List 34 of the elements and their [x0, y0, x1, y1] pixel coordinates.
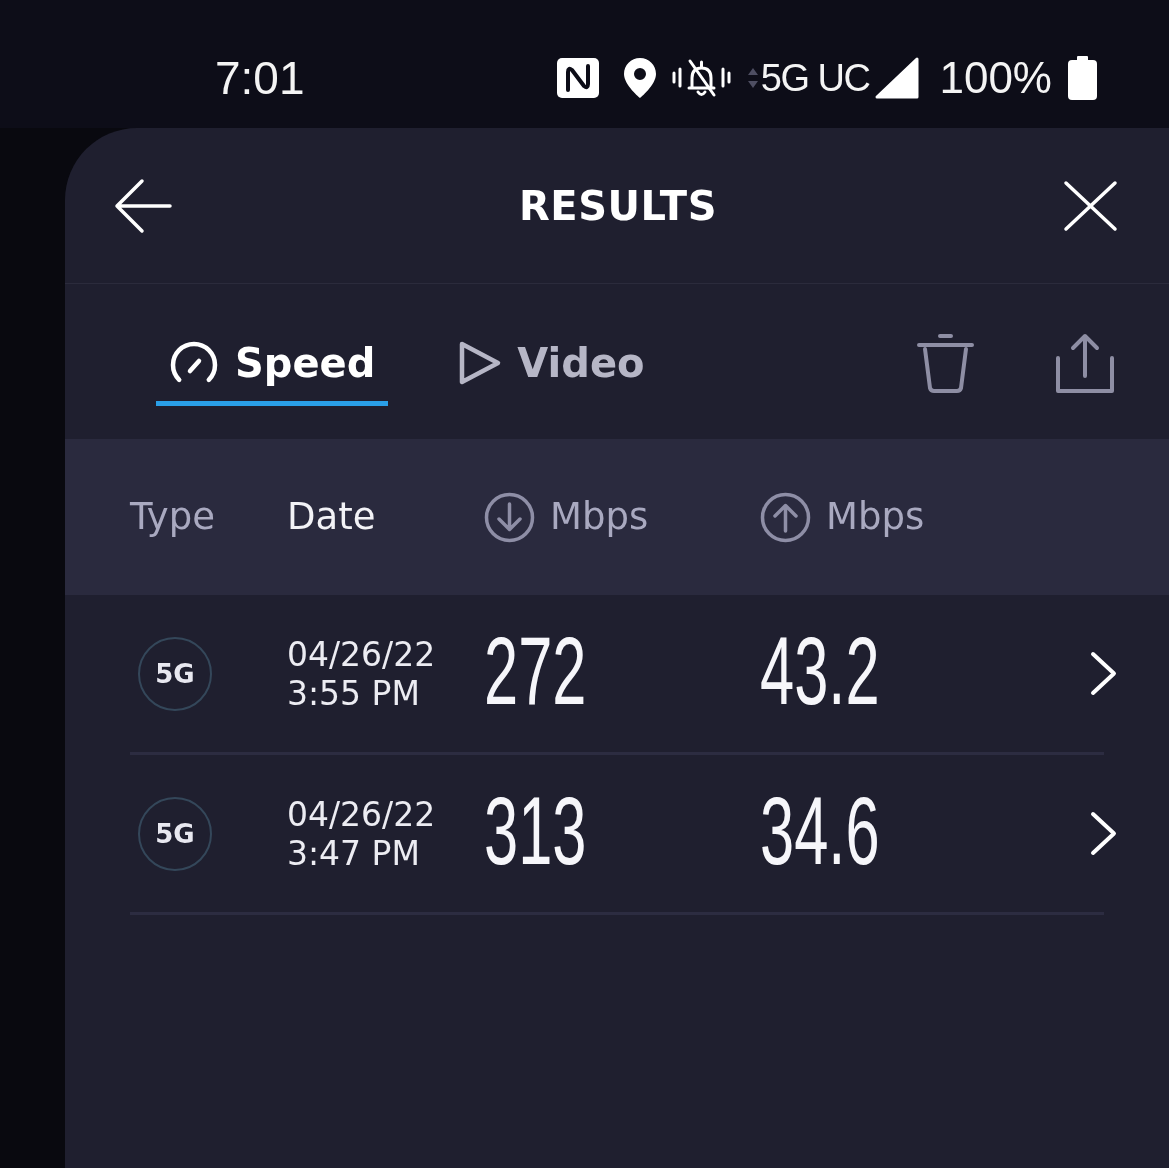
- share-icon[interactable]: [1055, 332, 1115, 394]
- download-speed-value: 313: [484, 782, 587, 879]
- column-header[interactable]: Mbps: [484, 491, 649, 543]
- video-tab[interactable]: Video: [446, 325, 658, 406]
- upload-speed-value: 43.2: [760, 622, 880, 719]
- download-speed-value: 272: [484, 622, 587, 719]
- trash-icon[interactable]: [916, 332, 975, 394]
- network-type-badge: 5G: [138, 796, 212, 871]
- battery-percent: 100%: [939, 56, 1052, 100]
- date-text: 04/26/22: [287, 634, 436, 674]
- network-type-badge: 5G: [138, 636, 212, 711]
- battery-icon: [1068, 56, 1097, 100]
- chevron-right-icon[interactable]: [1090, 811, 1117, 856]
- column-header[interactable]: Type: [130, 494, 215, 540]
- close-icon[interactable]: [1063, 179, 1118, 232]
- signal-icon: [875, 57, 920, 99]
- play-icon: [458, 340, 503, 386]
- back-arrow-icon[interactable]: [113, 176, 173, 235]
- nfc-icon: [556, 58, 599, 98]
- clock-time: 7:01: [215, 55, 305, 101]
- speed-tab[interactable]: Speed: [156, 325, 389, 406]
- upload-speed-value: 34.6: [760, 782, 880, 879]
- date-text: 04/26/22: [287, 794, 436, 834]
- column-header[interactable]: Mbps: [760, 491, 925, 543]
- screen-title: RESULTS: [519, 185, 717, 226]
- gauge-icon: [168, 341, 220, 385]
- time-text: 3:55 PM: [287, 673, 420, 713]
- column-header[interactable]: Date: [287, 494, 376, 540]
- time-text: 3:47 PM: [287, 833, 420, 873]
- chevron-right-icon[interactable]: [1090, 651, 1117, 696]
- muted-bell-icon: [670, 57, 732, 99]
- network-type: 5G UC: [760, 59, 870, 97]
- data-arrows-icon: [746, 66, 759, 90]
- location-pin-icon: [623, 58, 656, 98]
